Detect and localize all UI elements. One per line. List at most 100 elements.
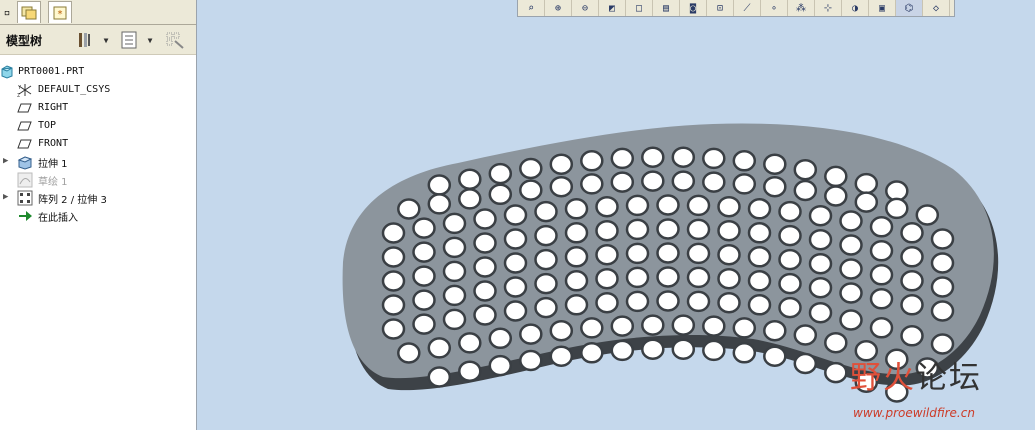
csys-display-icon[interactable]: ⁂ [788,0,815,16]
hole [564,246,589,268]
hole [488,183,513,206]
zoom-fit-icon[interactable]: ⌕ [518,0,545,16]
repaint-icon[interactable]: ◩ [599,0,626,16]
model-tree-tab-icon[interactable] [17,1,41,23]
tree-item-extrude-1[interactable]: ▶ 拉伸 1 [0,153,196,171]
hole [686,290,711,313]
hole [900,325,924,347]
hole [427,337,452,359]
hole [488,354,513,377]
expand-arrow-icon[interactable]: ▶ [3,156,8,166]
watermark: 野火论坛 www.proewildfire.cn [850,352,1035,430]
hole [930,300,955,322]
hole [839,282,863,304]
hole [580,173,604,195]
hole [671,338,696,360]
hole [702,339,726,362]
hole [702,171,726,193]
hole [671,170,696,192]
hole [549,319,574,342]
chevron-down-icon[interactable]: ▼ [101,30,111,50]
hole [824,361,848,384]
datum-plane-icon [17,139,32,149]
hole [747,294,772,316]
hole [488,162,513,185]
hole [686,242,711,265]
plane-display-icon[interactable]: ⊡ [707,0,734,16]
camera-icon[interactable]: ◙ [680,0,707,16]
chevron-down-icon[interactable]: ▼ [145,30,155,50]
hole [808,204,833,227]
folder-browser-tab-icon[interactable]: * [48,1,72,23]
datum-plane-icon [17,103,32,113]
hole [686,266,711,289]
view-toolbar: ⌕ ⊕ ⊖ ◩ □ ▤ ◙ ⊡ ⟋ ∘ ⁂ ⊹ ◑ ▣ ⌬ ◇ [517,0,955,17]
tree-item-label: PRT0001.PRT [18,66,85,77]
orient-icon[interactable]: ⌬ [896,0,923,16]
view-manager-icon[interactable]: ▤ [653,0,680,16]
tree-item-sketch-1[interactable]: 草绘 1 [0,171,196,189]
zoom-in-icon[interactable]: ⊕ [545,0,572,16]
expand-arrow-icon[interactable]: ▶ [3,192,8,202]
hole [732,150,757,172]
hole [412,313,436,335]
hole [808,252,833,275]
hole [717,243,741,266]
hole [442,212,467,235]
hole [717,195,741,218]
hole [839,309,863,331]
hole [839,234,863,256]
tree-item-insert-here[interactable]: 在此插入 [0,207,196,225]
hole [900,246,924,268]
hidden-line-icon[interactable]: ◇ [923,0,950,16]
hole [458,188,482,210]
tree-item-pattern-2[interactable]: ▶ 阵列 2 / 拉伸 3 [0,189,196,207]
hole [732,173,757,195]
hole [930,252,955,274]
hole [808,276,833,299]
spin-center-icon[interactable]: ◑ [842,0,869,16]
tree-item-front[interactable]: FRONT [0,135,196,153]
hole [778,200,802,223]
watermark-logo: 野火论坛 [850,360,982,396]
tree-item-label: 草绘 1 [38,177,68,188]
tree-item-label: TOP [38,120,57,131]
hole [808,301,833,324]
hole [397,342,421,364]
hole [564,294,589,316]
hole [930,228,955,250]
point-display-icon[interactable]: ∘ [761,0,788,16]
hole [458,360,482,382]
tools-icon[interactable] [75,30,95,50]
hole [412,217,436,239]
tree-item-right[interactable]: RIGHT [0,99,196,117]
hole [519,157,543,180]
square-icon: ▫ [0,1,14,23]
list-settings-icon[interactable] [119,30,139,50]
tree-item-label: FRONT [38,138,69,149]
hole [930,333,955,355]
hole [625,218,650,241]
hole [839,258,863,280]
perspective-icon[interactable]: ▣ [869,0,896,16]
hole [808,228,833,251]
hole [763,345,787,367]
hole [534,296,558,319]
hole [488,327,513,350]
hole [442,260,467,283]
hole [534,272,558,295]
hole [641,170,665,192]
tree-item-top[interactable]: TOP [0,117,196,135]
tree-item-default-csys[interactable]: YZ DEFAULT_CSYS [0,81,196,99]
tree-item-part[interactable]: PRT0001.PRT [0,63,196,81]
hole [824,185,848,207]
hole [732,317,757,339]
saved-views-icon[interactable]: □ [626,0,653,16]
annotation-display-icon[interactable]: ⊹ [815,0,842,16]
hole [778,224,802,247]
filter-icon[interactable] [164,30,186,50]
hole [885,197,909,220]
axis-display-icon[interactable]: ⟋ [734,0,761,16]
zoom-out-icon[interactable]: ⊖ [572,0,599,16]
hole [900,270,924,292]
